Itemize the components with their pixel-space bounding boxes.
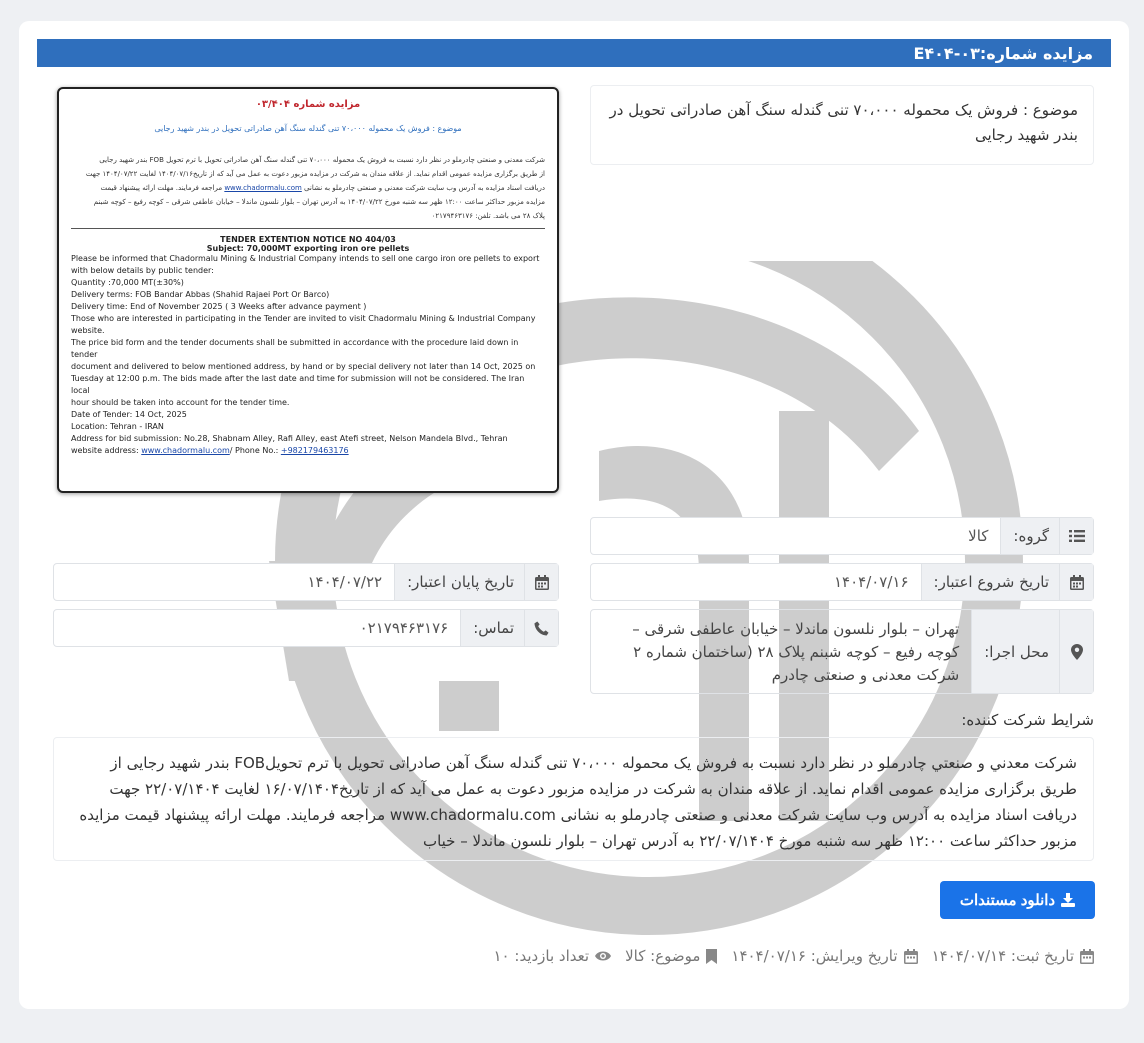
download-documents-button[interactable]: دانلود مستندات xyxy=(940,881,1095,919)
phone-icon xyxy=(524,610,558,646)
doc-en-line: Date of Tender: 14 Oct, 2025 xyxy=(71,410,187,419)
edited-date-text: تاریخ ویرایش: ۱۴۰۴/۰۷/۱۶ xyxy=(731,947,898,965)
doc-en-phone-label: / Phone No.: xyxy=(229,446,279,455)
end-date-value: ۱۴۰۴/۰۷/۲۲ xyxy=(307,573,383,591)
doc-en-line: Address for bid submission: No.28, Shabn… xyxy=(71,434,508,443)
doc-en-body: Please be informed that Chadormalu Minin… xyxy=(71,253,545,457)
doc-en-line: Tuesday at 12:00 p.m. The bids made afte… xyxy=(71,374,525,395)
download-icon xyxy=(1061,893,1076,907)
doc-en-line: document and delivered to below mentione… xyxy=(71,362,536,371)
start-date-field: تاریخ شروع اعتبار: ۱۴۰۴/۰۷/۱۶ xyxy=(590,563,1094,601)
page-title: مزایده شماره:۰۳-E۴۰۴ xyxy=(37,39,1111,67)
group-value: کالا xyxy=(968,527,989,545)
doc-fa-link: www.chadormalu.com xyxy=(224,184,302,192)
auction-card: مزایده شماره:۰۳-E۴۰۴ موضوع : فروش یک محم… xyxy=(19,21,1129,1009)
doc-en-website-link: www.chadormalu.com xyxy=(141,446,230,455)
group-field: گروه: کالا xyxy=(590,517,1094,555)
doc-en-website-label: website address: xyxy=(71,446,139,455)
edited-date: تاریخ ویرایش: ۱۴۰۴/۰۷/۱۶ xyxy=(731,947,918,965)
doc-fa-text: دریافت اسناد مزایده به آدرس وب سایت شرکت… xyxy=(304,184,545,192)
contact-value[interactable]: ۰۲۱۷۹۴۶۳۱۷۶ xyxy=(54,619,460,637)
end-date-label: تاریخ پایان اعتبار: xyxy=(394,564,524,600)
calendar-icon xyxy=(524,564,558,600)
contact-label: تماس: xyxy=(460,610,524,646)
doc-en-line: The price bid form and the tender docume… xyxy=(71,338,519,359)
doc-fa-line: مزایده مزبور حداکثر ساعت ۱۲:۰۰ ظهر سه شن… xyxy=(93,198,545,206)
start-date-label: تاریخ شروع اعتبار: xyxy=(920,564,1059,600)
doc-en-line: Those who are interested in participatin… xyxy=(71,314,536,323)
doc-en-line: website address: www.chadormalu.com/ Pho… xyxy=(71,445,545,457)
doc-en-line: Delivery terms: FOB Bandar Abbas (Shahid… xyxy=(71,290,330,299)
notice-document-image[interactable]: مزایده شماره ۰۳/۴۰۴ موضوع : فروش یک محمو… xyxy=(57,87,559,493)
doc-fa-line: پلاک ۲۸ می باشد. تلفن: ۰۲۱۷۹۴۶۳۱۷۶ xyxy=(431,212,545,220)
meta-subject-text: موضوع: کالا xyxy=(625,947,701,965)
location-value: تهران – بلوار نلسون ماندلا – خیابان عاطف… xyxy=(632,620,960,684)
doc-fa-line: دریافت اسناد مزایده به آدرس وب سایت شرکت… xyxy=(71,181,545,195)
start-date-value: ۱۴۰۴/۰۷/۱۶ xyxy=(833,573,909,591)
doc-fa-text: مراجعه فرمایند. مهلت ارائه پیشنهاد قیمت xyxy=(100,184,223,192)
contact-field: تماس: ۰۲۱۷۹۴۶۳۱۷۶ xyxy=(53,609,559,647)
visit-count: تعداد بازدید: ۱۰ xyxy=(494,947,612,965)
doc-fa-line: از طریق برگزاری مزایده عمومی اقدام نماید… xyxy=(85,170,545,178)
registered-date: تاریخ ثبت: ۱۴۰۴/۰۷/۱۴ xyxy=(932,947,1094,965)
calendar-icon xyxy=(1080,948,1094,964)
doc-fa-line: شرکت معدنی و صنعتی چادرملو در نظر دارد ن… xyxy=(99,156,545,164)
end-date-field: تاریخ پایان اعتبار: ۱۴۰۴/۰۷/۲۲ xyxy=(53,563,559,601)
eye-icon xyxy=(595,951,612,961)
bookmark-icon xyxy=(706,948,718,964)
doc-en-line: Location: Tehran - IRAN xyxy=(71,422,164,431)
doc-en-line: with below details by public tender: xyxy=(71,266,214,275)
doc-en-title: TENDER EXTENTION NOTICE NO 404/03 xyxy=(220,235,396,244)
meta-subject: موضوع: کالا xyxy=(625,947,718,965)
doc-en-line: Quantity :70,000 MT(±30%) xyxy=(71,278,184,287)
doc-fa-body: شرکت معدنی و صنعتی چادرملو در نظر دارد ن… xyxy=(71,153,545,223)
group-label: گروه: xyxy=(1000,518,1059,554)
calendar-icon xyxy=(1059,564,1093,600)
doc-divider xyxy=(71,228,545,229)
conditions-text: شرکت معدني و صنعتي چادرملو در نظر دارد ن… xyxy=(53,737,1094,861)
subject-box: موضوع : فروش یک محموله ۷۰،۰۰۰ تنی گندله … xyxy=(590,85,1094,165)
location-label: محل اجرا: xyxy=(971,610,1059,693)
list-icon xyxy=(1059,518,1093,554)
doc-en-line: Delivery time: End of November 2025 ( 3 … xyxy=(71,302,367,311)
doc-fa-title: مزایده شماره ۰۳/۴۰۴ xyxy=(255,99,361,110)
location-field: محل اجرا: تهران – بلوار نلسون ماندلا – خ… xyxy=(590,609,1094,694)
doc-en-subject: Subject: 70,000MT exporting iron ore pel… xyxy=(206,244,410,253)
doc-en-line: Please be informed that Chadormalu Minin… xyxy=(71,254,540,263)
conditions-label: شرایط شرکت کننده: xyxy=(961,711,1094,729)
doc-en-line: website. xyxy=(71,326,105,335)
doc-fa-subject: موضوع : فروش یک محموله ۷۰،۰۰۰ تنی گندله … xyxy=(154,124,462,133)
doc-en-line: hour should be taken into account for th… xyxy=(71,398,290,407)
calendar-icon xyxy=(903,948,918,964)
doc-en-phone-link: +982179463176 xyxy=(280,446,349,455)
visit-count-text: تعداد بازدید: ۱۰ xyxy=(493,947,590,965)
download-label: دانلود مستندات xyxy=(959,892,1056,909)
meta-bar: تاریخ ثبت: ۱۴۰۴/۰۷/۱۴ تاریخ ویرایش: ۱۴۰۴… xyxy=(480,947,1094,965)
registered-date-text: تاریخ ثبت: ۱۴۰۴/۰۷/۱۴ xyxy=(931,947,1074,965)
map-marker-icon xyxy=(1059,610,1093,693)
